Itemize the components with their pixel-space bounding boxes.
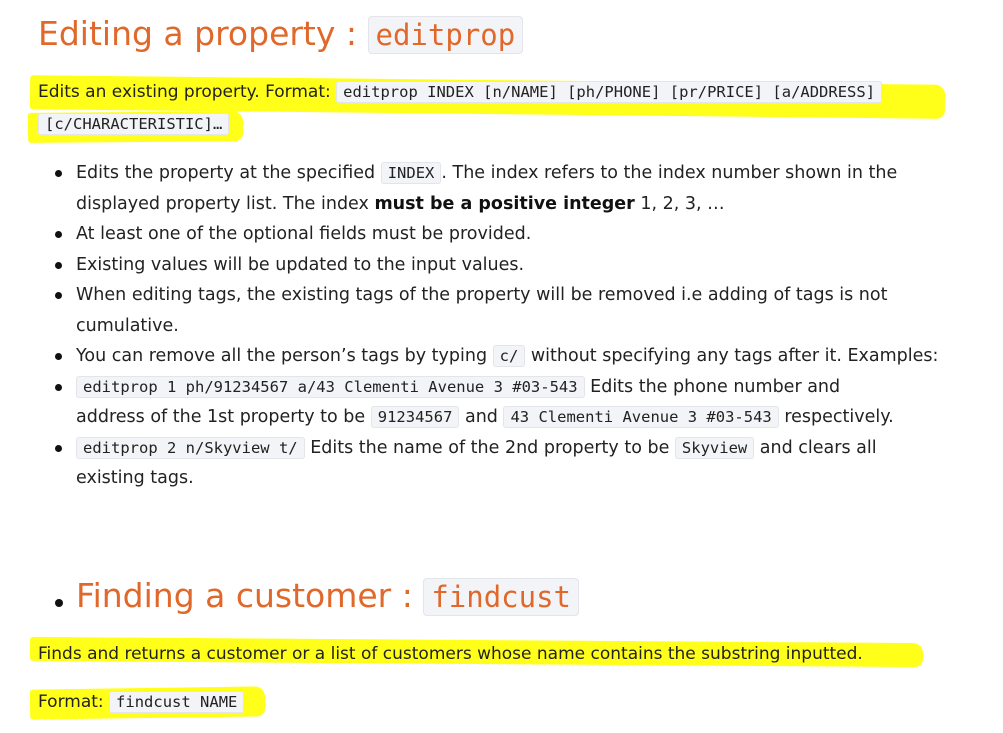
list-item-text: displayed property list. The index bbox=[76, 193, 375, 214]
heading-text: Editing a property : bbox=[38, 14, 368, 53]
list-item: Edits the property at the specified INDE… bbox=[52, 158, 952, 219]
list-item-text: cumulative. bbox=[76, 315, 179, 336]
format-code: editprop INDEX [n/NAME] [ph/PHONE] [pr/P… bbox=[336, 81, 883, 103]
list-item-text: Edits the name of the 2nd property to be bbox=[304, 437, 675, 458]
inline-code: editprop 2 n/Skyview t/ bbox=[76, 436, 305, 459]
list-item-text: Edits the phone number and bbox=[584, 376, 841, 397]
inline-code: 43 Clementi Avenue 3 #03-543 bbox=[503, 406, 779, 428]
list-item: Existing values will be updated to the i… bbox=[52, 250, 952, 281]
list-item-text: Existing values will be updated to the i… bbox=[76, 254, 525, 275]
inline-code: 91234567 bbox=[370, 406, 460, 428]
inline-code: Skyview bbox=[674, 436, 755, 459]
list-item: editprop 1 ph/91234567 a/43 Clementi Ave… bbox=[52, 372, 952, 433]
list-item: You can remove all the person’s tags by … bbox=[52, 341, 952, 372]
heading-text: Finding a customer : bbox=[76, 576, 424, 615]
format-code-continued: [c/CHARACTERISTIC]… bbox=[38, 113, 230, 135]
list-item-text: At least one of the optional fields must… bbox=[76, 224, 532, 244]
heading-command-code: editprop bbox=[367, 16, 524, 54]
list-item: When editing tags, the existing tags of … bbox=[52, 280, 952, 341]
section-heading-editprop: Editing a property : editprop bbox=[38, 14, 524, 54]
list-item-text: . The index refers to the index number s… bbox=[441, 163, 898, 183]
list-item-text: and bbox=[459, 407, 504, 427]
list-item-text: When editing tags, the existing tags of … bbox=[76, 285, 888, 305]
format-code: findcust NAME bbox=[109, 691, 245, 713]
list-item-text: and clears all bbox=[754, 437, 877, 458]
list-item-text: Edits the property at the specified bbox=[76, 163, 381, 183]
inline-code: editprop 1 ph/91234567 a/43 Clementi Ave… bbox=[76, 375, 585, 398]
editprop-format-line-2: [c/CHARACTERISTIC]… bbox=[38, 113, 230, 135]
inline-code: c/ bbox=[492, 345, 526, 367]
format-description: Edits an existing property. Format: bbox=[38, 82, 337, 102]
findcust-format-line: Format: findcust NAME bbox=[38, 691, 245, 713]
heading-command-code: findcust bbox=[423, 578, 580, 616]
inline-code: INDEX bbox=[380, 162, 442, 184]
bold-text: must be a positive integer bbox=[374, 193, 635, 214]
list-item-text: You can remove all the person’s tags by … bbox=[76, 346, 493, 366]
list-item-text: existing tags. bbox=[76, 468, 194, 488]
list-item: editprop 2 n/Skyview t/ Edits the name o… bbox=[52, 433, 952, 494]
findcust-description: Finds and returns a customer or a list o… bbox=[38, 644, 863, 664]
editprop-format-line: Edits an existing property. Format: edit… bbox=[38, 81, 883, 103]
list-item-text: respectively. bbox=[778, 407, 894, 427]
editprop-notes-list: Edits the property at the specified INDE… bbox=[52, 158, 952, 494]
list-item: At least one of the optional fields must… bbox=[52, 219, 952, 250]
list-item-text: 1, 2, 3, … bbox=[634, 193, 725, 214]
list-item-text: without specifying any tags after it. Ex… bbox=[525, 346, 939, 366]
heading-bullet bbox=[55, 599, 63, 607]
section-heading-findcust: Finding a customer : findcust bbox=[76, 576, 580, 616]
format-label: Format: bbox=[38, 692, 110, 712]
list-item-text: address of the 1st property to be bbox=[76, 407, 371, 427]
